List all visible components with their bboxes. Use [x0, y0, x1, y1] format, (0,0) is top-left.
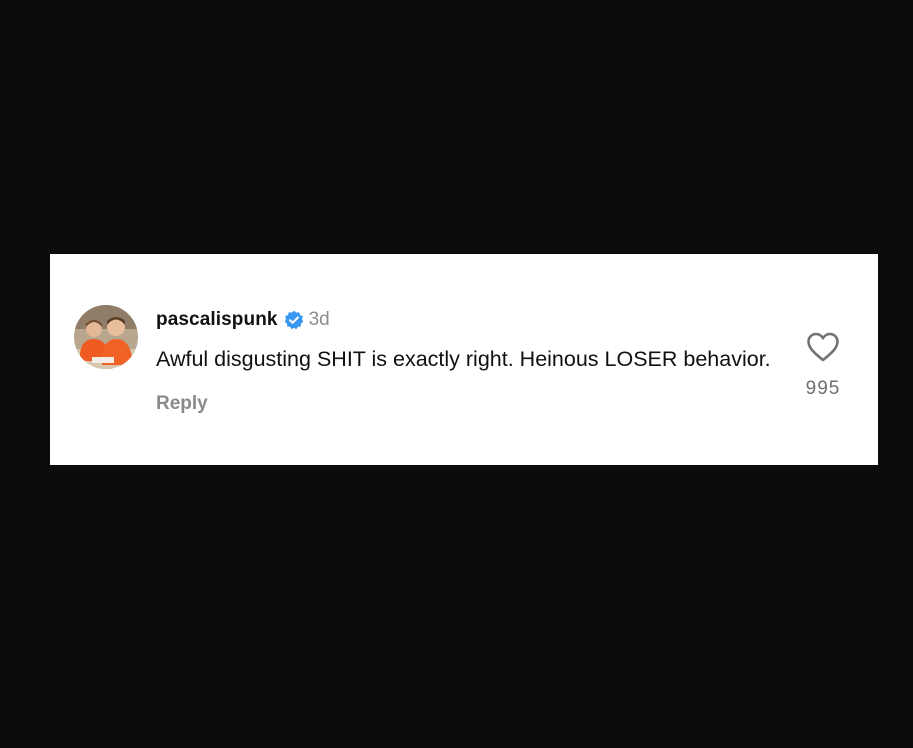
verified-badge-icon: [284, 310, 304, 330]
comment-meta: pascalispunk 3d: [156, 307, 776, 333]
reply-button[interactable]: Reply: [156, 393, 208, 415]
avatar-image: [74, 305, 138, 369]
timestamp: 3d: [308, 309, 330, 330]
username[interactable]: pascalispunk: [156, 309, 278, 331]
like-section: 995: [795, 332, 851, 400]
like-count: 995: [805, 378, 841, 399]
comment-body: pascalispunk 3d Awful disgusting SHIT is…: [156, 307, 776, 415]
comment-text: Awful disgusting SHIT is exactly right. …: [156, 347, 771, 371]
avatar[interactable]: [74, 305, 138, 369]
heart-outline-icon[interactable]: [806, 332, 840, 362]
comment-card: pascalispunk 3d Awful disgusting SHIT is…: [50, 254, 878, 465]
